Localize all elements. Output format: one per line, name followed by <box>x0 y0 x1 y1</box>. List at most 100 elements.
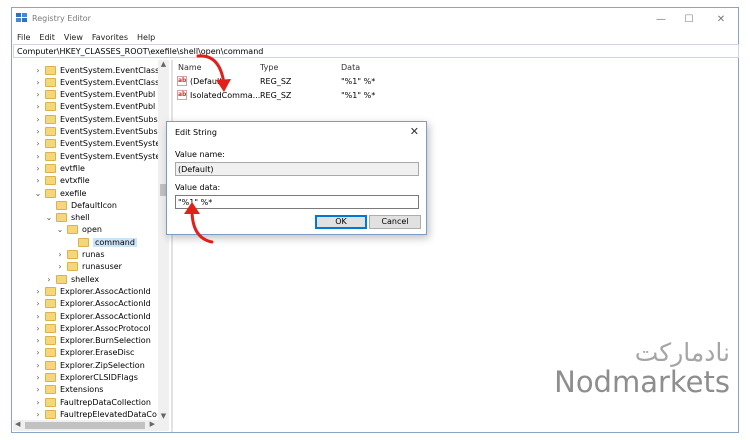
chevron-right-icon[interactable]: › <box>34 66 42 75</box>
address-bar[interactable]: Computer\HKEY_CLASSES_ROOT\exefile\shell… <box>13 44 739 58</box>
tree-horizontal-scrollbar[interactable]: ◀ ▶ <box>13 420 169 431</box>
chevron-right-icon[interactable]: › <box>34 373 42 382</box>
chevron-right-icon[interactable]: › <box>34 127 42 136</box>
chevron-right-icon[interactable]: › <box>34 348 42 357</box>
tree-item[interactable]: › Explorer.AssocActionId <box>34 310 151 322</box>
folder-icon <box>67 262 78 272</box>
maximize-button[interactable]: ☐ <box>674 8 704 30</box>
chevron-right-icon[interactable]: › <box>34 115 42 124</box>
tree-item-label: EventSystem.EventSyste <box>60 139 158 149</box>
pane-splitter[interactable] <box>171 60 173 432</box>
tree-item[interactable]: › EventSystem.EventSubs <box>34 126 158 138</box>
menu-edit[interactable]: Edit <box>39 33 55 42</box>
tree-item[interactable]: › EventSystem.EventPubl <box>34 89 155 101</box>
close-button[interactable]: ✕ <box>706 8 736 30</box>
tree-item[interactable]: › evtfile <box>34 162 85 174</box>
tree-item[interactable]: › Explorer.EraseDisc <box>34 347 134 359</box>
title-bar[interactable]: Registry Editor — ☐ ✕ <box>12 8 738 30</box>
chevron-right-icon[interactable]: › <box>34 361 42 370</box>
chevron-right-icon[interactable]: › <box>34 90 42 99</box>
chevron-down-icon[interactable]: ⌄ <box>34 189 42 198</box>
folder-icon <box>45 397 56 407</box>
folder-icon <box>45 127 56 136</box>
annotation-arrow-top <box>196 54 231 92</box>
tree-item[interactable]: › Explorer.AssocProtocol <box>34 322 150 334</box>
chevron-right-icon[interactable]: › <box>34 139 42 148</box>
tree-item[interactable]: › EventSystem.EventPubl <box>34 101 155 113</box>
chevron-right-icon[interactable]: › <box>34 299 42 308</box>
tree-item[interactable]: DefaultIcon <box>45 199 117 211</box>
tree-item-label: EventSystem.EventPubl <box>60 90 156 100</box>
chevron-right-icon[interactable]: › <box>34 312 42 321</box>
menu-view[interactable]: View <box>64 33 83 42</box>
scroll-right-arrow-icon[interactable]: ▶ <box>150 420 155 428</box>
folder-icon <box>56 213 67 223</box>
tree-item-label: Explorer.ZipSelection <box>60 360 145 370</box>
tree-item-label: EventSystem.EventSubs <box>60 127 158 136</box>
chevron-right-icon[interactable]: › <box>34 287 42 296</box>
tree-item[interactable]: › EventSystem.EventSubs <box>34 113 158 125</box>
chevron-right-icon[interactable]: › <box>34 78 42 87</box>
tree-item-label: DefaultIcon <box>71 200 117 210</box>
tree-item[interactable]: › shellex <box>45 273 99 285</box>
cancel-button[interactable]: Cancel <box>369 215 421 229</box>
chevron-right-icon[interactable]: › <box>56 250 64 259</box>
tree-item[interactable]: › ExplorerCLSIDFlags <box>34 372 138 384</box>
chevron-right-icon[interactable]: › <box>34 336 42 345</box>
menu-file[interactable]: File <box>17 33 30 42</box>
tree-item[interactable]: › FaultrepElevatedDataCo <box>34 408 157 420</box>
list-item[interactable]: ab (Default) REG_SZ "%1" %* <box>176 75 736 88</box>
scroll-down-arrow-icon[interactable]: ▼ <box>158 412 169 420</box>
chevron-down-icon[interactable]: ⌄ <box>45 213 53 222</box>
menu-help[interactable]: Help <box>137 33 155 42</box>
minimize-button[interactable]: — <box>646 8 676 30</box>
chevron-right-icon[interactable]: › <box>34 410 42 419</box>
chevron-right-icon[interactable]: › <box>34 176 42 185</box>
tree-item-label: shellex <box>71 274 100 284</box>
scroll-left-arrow-icon[interactable]: ◀ <box>15 420 20 428</box>
tree-item[interactable]: › EventSystem.EventSyste <box>34 150 158 162</box>
tree-item[interactable]: › runas <box>56 249 105 261</box>
tree-item[interactable]: ⌄ shell <box>45 212 90 224</box>
tree-item[interactable]: › EventSystem.EventSyste <box>34 138 158 150</box>
chevron-right-icon[interactable]: › <box>34 385 42 394</box>
folder-icon <box>45 373 56 382</box>
tree-item[interactable]: › EventSystem.EventClass <box>34 64 158 76</box>
chevron-down-icon[interactable]: ⌄ <box>56 225 64 234</box>
ok-button[interactable]: OK <box>315 215 367 229</box>
tree-item-label: Explorer.AssocActionId <box>60 311 151 321</box>
chevron-right-icon[interactable]: › <box>34 324 42 333</box>
tree-item[interactable]: › evtxfile <box>34 175 90 187</box>
tree-item[interactable]: ⌄ exefile <box>34 187 86 199</box>
tree-item[interactable]: › runasuser <box>56 261 122 273</box>
tree-item[interactable]: › Explorer.AssocActionId <box>34 285 151 297</box>
scroll-up-arrow-icon[interactable]: ▲ <box>158 60 169 68</box>
value-name-field[interactable]: (Default) <box>175 162 419 176</box>
dialog-close-icon[interactable]: ✕ <box>410 125 419 138</box>
tree-item[interactable]: ⌄ open <box>56 224 102 236</box>
list-item[interactable]: ab IsolatedComma... REG_SZ "%1" %* <box>176 89 736 102</box>
tree-item[interactable]: › Explorer.BurnSelection <box>34 335 151 347</box>
tree-item-label: evtfile <box>60 163 85 173</box>
tree-item-label: Explorer.BurnSelection <box>60 336 151 346</box>
tree-item[interactable]: › Explorer.AssocActionId <box>34 298 151 310</box>
chevron-right-icon[interactable]: › <box>34 164 42 173</box>
tree-item[interactable]: command <box>67 236 137 248</box>
folder-icon <box>45 188 56 198</box>
chevron-right-icon[interactable]: › <box>45 275 53 284</box>
string-value-icon: ab <box>177 76 187 86</box>
watermark-logo: نادمارکت Nodmarkets <box>500 338 730 399</box>
column-data-header[interactable]: Data <box>341 63 360 72</box>
scroll-thumb-horizontal[interactable] <box>25 422 145 429</box>
chevron-right-icon[interactable]: › <box>34 398 42 407</box>
column-type-header[interactable]: Type <box>260 63 278 72</box>
tree-item[interactable]: › EventSystem.EventClass <box>34 76 158 88</box>
tree-item[interactable]: › FaultrepDataCollection <box>34 396 151 408</box>
chevron-right-icon[interactable]: › <box>34 102 42 111</box>
tree-item[interactable]: › Explorer.ZipSelection <box>34 359 145 371</box>
tree-item[interactable]: › Extensions <box>34 384 103 396</box>
chevron-right-icon[interactable]: › <box>56 262 64 271</box>
menu-favorites[interactable]: Favorites <box>92 33 128 42</box>
chevron-right-icon[interactable]: › <box>34 152 42 161</box>
tree-vertical-scrollbar[interactable]: ▲ ▼ <box>158 60 169 420</box>
